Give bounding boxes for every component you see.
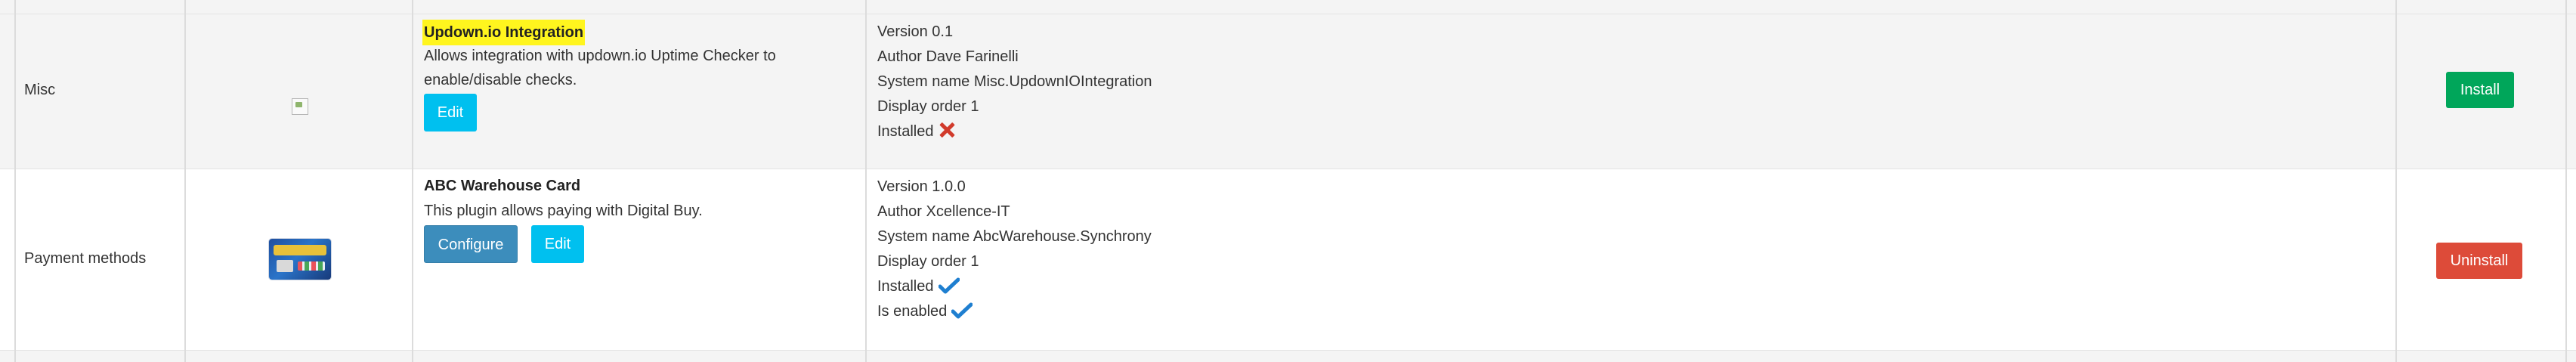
plugin-description: This plugin allows paying with Digital B… [424,203,703,219]
plugin-installed-status: Installed [877,274,960,299]
install-button[interactable]: Install [2446,72,2514,108]
table-row [0,350,2576,362]
plugin-version: Version 0.1 [877,23,954,40]
plugin-description: Allows integration with updown.io Uptime… [424,48,776,88]
installed-label: Installed [877,123,934,140]
column-divider [865,0,867,362]
check-icon [938,277,960,294]
check-icon [951,302,973,319]
plugin-system-name: System name Misc.UpdownIOIntegration [877,73,1152,90]
plugin-enabled-status: Is enabled [877,299,973,323]
table-row: Payment methods ABC Warehouse Card This … [0,169,2576,350]
group-label: Misc [24,82,56,98]
configure-button[interactable]: Configure [424,225,518,263]
column-divider [184,0,186,362]
column-divider [2565,0,2567,362]
row-divider [0,350,2576,351]
card-logo [269,239,331,280]
installed-label: Installed [877,278,934,295]
plugins-table: Misc Updown.io Integration Allows integr… [0,0,2576,362]
column-divider [412,0,413,362]
column-divider [2395,0,2397,362]
plugin-version: Version 1.0.0 [877,178,966,195]
enabled-label: Is enabled [877,303,948,320]
column-divider [14,0,16,362]
plugin-name: Updown.io Integration [422,20,586,45]
plugin-system-name: System name AbcWarehouse.Synchrony [877,228,1152,245]
group-label: Payment methods [24,250,147,267]
plugin-display-order: Display order 1 [877,98,979,115]
edit-button[interactable]: Edit [531,225,584,263]
broken-image-icon [292,98,308,115]
card-logo-chip [277,260,293,272]
card-logo-pattern [298,261,325,271]
plugin-installed-status: Installed [877,119,955,144]
plugin-display-order: Display order 1 [877,253,979,270]
plugin-author: Author Xcellence-IT [877,203,1010,220]
x-icon [939,122,955,138]
card-logo-stripe [274,245,326,255]
table-row [0,0,2576,14]
uninstall-button[interactable]: Uninstall [2436,243,2522,279]
edit-button[interactable]: Edit [424,94,477,131]
plugin-author: Author Dave Farinelli [877,48,1019,65]
plugin-name: ABC Warehouse Card [424,178,581,194]
table-row: Misc Updown.io Integration Allows integr… [0,14,2576,169]
